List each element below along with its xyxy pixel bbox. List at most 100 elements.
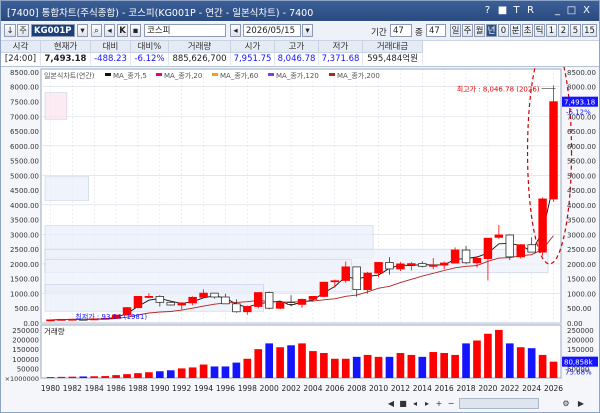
market-select-button[interactable]: 주 — [17, 24, 29, 37]
period-button-tick[interactable]: 틱 — [534, 24, 545, 37]
x-tick-label: 1998 — [238, 384, 257, 393]
quote-table: 시각 현재가 대비 대비% 거래량 시가 고가 저가 거래대금 [24:00] … — [1, 41, 599, 67]
candle-body — [363, 272, 372, 291]
volume-bar — [123, 374, 131, 378]
candle-body — [516, 244, 525, 258]
kospi-button[interactable]: K — [117, 24, 128, 37]
period-button-minute[interactable]: 분 — [510, 24, 521, 37]
volume-bar — [46, 377, 55, 378]
volume-tick-label-left: 100000 — [12, 356, 39, 364]
volume-bar — [287, 345, 295, 378]
calendar-dropdown-icon[interactable]: ▾ — [302, 24, 313, 37]
price-tick-label-left: 2500.00 — [10, 246, 39, 254]
price-tick-label-left: 5000.00 — [10, 172, 39, 180]
price-tick-label: 1500.00 — [567, 276, 596, 284]
price-tick-label-left: 6000.00 — [10, 143, 39, 151]
date-field[interactable]: 2026/05/15 — [243, 24, 301, 37]
scroll-next-icon[interactable]: ▸ — [422, 398, 432, 409]
header-open: 시가 — [231, 41, 275, 53]
stop-icon[interactable]: ■ — [398, 398, 408, 409]
price-tick-label-left: 4500.00 — [10, 187, 39, 195]
volume-tick-label-left: 200000 — [12, 337, 39, 345]
period-button-month[interactable]: 월 — [474, 24, 485, 37]
ma-legend-label: MA_종가,120 — [276, 71, 319, 80]
volume-bar — [505, 343, 514, 378]
ma-legend-swatch — [156, 73, 162, 76]
volume-bar — [134, 373, 142, 378]
scroll-end-icon[interactable]: ▶ — [576, 398, 586, 409]
prev-code-icon[interactable]: ◂ — [104, 24, 115, 37]
candlestick-chart[interactable]: 8500.008500.008000.008000.007500.007500.… — [1, 67, 599, 412]
value-amount: 595,484억원 — [363, 53, 423, 65]
candle-body — [177, 302, 186, 306]
scroll-prev-icon[interactable]: ◂ — [410, 398, 420, 409]
close-button[interactable]: X — [580, 4, 593, 17]
candle-body — [144, 296, 154, 298]
price-tick-label: 2000.00 — [567, 261, 596, 269]
volume-bar — [254, 349, 263, 378]
code-down-icon[interactable]: ↓ — [4, 24, 16, 37]
interval-button-15[interactable]: 15 — [582, 24, 597, 37]
price-range-box — [44, 92, 68, 120]
candle-body — [461, 249, 471, 264]
candle-body — [46, 319, 55, 322]
interval-button-5[interactable]: 5 — [570, 24, 581, 37]
period-input[interactable]: 47 — [390, 24, 412, 37]
value-change: -488.23 — [91, 53, 131, 65]
interval-button-2[interactable]: 2 — [558, 24, 569, 37]
volume-bar — [374, 356, 383, 378]
code-dropdown-icon[interactable]: ▾ — [77, 24, 88, 37]
x-tick-label: 2004 — [303, 384, 322, 393]
candle-body — [396, 263, 405, 270]
x-tick-label: 2008 — [347, 384, 366, 393]
refresh-icon[interactable]: R — [524, 4, 537, 17]
zoom-in-icon[interactable]: + — [434, 398, 444, 409]
count-input[interactable]: 47 — [426, 24, 446, 37]
price-tick-label-left: 7000.00 — [10, 113, 39, 121]
x-tick-label: 1986 — [107, 384, 126, 393]
candle-body — [221, 296, 230, 305]
x-tick-label: 2000 — [260, 384, 279, 393]
candle-body — [133, 296, 143, 309]
ma-legend-label: MA_종가,20 — [164, 71, 202, 80]
value-time: [24:00] — [1, 53, 41, 65]
maximize-button[interactable]: □ — [565, 4, 578, 17]
pin-icon[interactable]: ■ — [496, 4, 509, 17]
last-change-label: -6.12% — [566, 109, 591, 117]
date-prev-icon[interactable]: ◂ — [230, 24, 241, 37]
x-tick-label: 2020 — [478, 384, 497, 393]
window-title: [7400] 통합차트(주식종합) - 코스피(KG001P - 연간 - 일본… — [7, 8, 314, 19]
candle-body — [352, 266, 361, 291]
volume-bar — [440, 353, 448, 378]
search-icon[interactable]: ⌕ — [91, 24, 102, 37]
scroll-first-icon[interactable]: ◀ — [386, 398, 396, 409]
period-button-0[interactable]: 0 — [498, 24, 509, 37]
price-tick-label-left: 5500.00 — [10, 158, 39, 166]
option-button[interactable]: ▪ — [130, 24, 141, 37]
volume-bar — [549, 361, 558, 378]
price-tick-label: 6000.00 — [567, 143, 596, 151]
period-button-week[interactable]: 주 — [462, 24, 473, 37]
volume-bar — [199, 364, 208, 378]
price-tick-label: 5000.00 — [567, 172, 596, 180]
period-button-year[interactable]: 년 — [486, 24, 497, 37]
candle-body — [243, 306, 252, 313]
volume-bar — [407, 354, 416, 378]
price-tick-label-left: 1500.00 — [10, 276, 39, 284]
volume-tick-label: 150000 — [567, 346, 594, 354]
help-icon[interactable]: ? — [481, 4, 494, 17]
text-tool-icon[interactable]: T — [510, 4, 523, 17]
settings-icon[interactable]: ⚙ — [561, 398, 571, 409]
interval-button-1[interactable]: 1 — [546, 24, 557, 37]
minimize-button[interactable]: _ — [551, 4, 564, 17]
period-button-second[interactable]: 초 — [522, 24, 533, 37]
price-tick-label-left: 4000.00 — [10, 202, 39, 210]
code-input[interactable]: KG001P — [31, 24, 75, 37]
price-range-box — [44, 284, 264, 312]
volume-unit-label: ×1000000 — [5, 375, 39, 383]
price-tick-label: 2500.00 — [567, 246, 596, 254]
zoom-out-icon[interactable]: − — [446, 398, 456, 409]
volume-bar — [330, 358, 339, 378]
horizontal-scrollbar[interactable] — [459, 398, 539, 409]
period-button-day[interactable]: 일 — [450, 24, 461, 37]
